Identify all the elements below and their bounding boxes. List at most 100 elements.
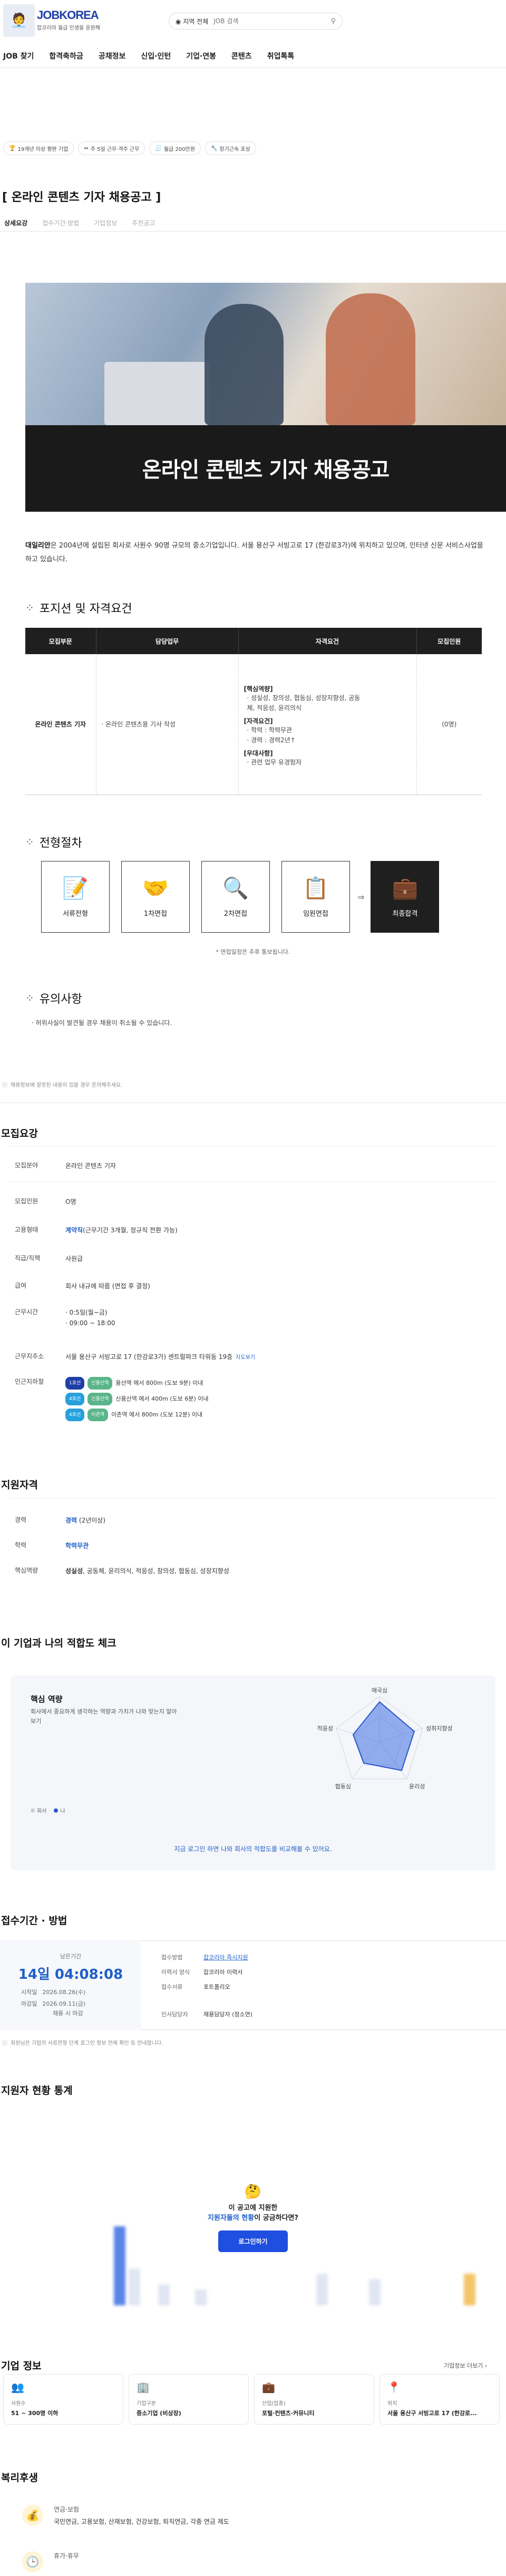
welfare-item: 💰 연금·보험 국민연금, 고용보험, 산재보험, 건강보험, 퇴직연금, 각종 … xyxy=(22,2505,229,2526)
step-document: 📝 서류전형 xyxy=(41,861,110,933)
info-icon: ⓘ xyxy=(2,2041,7,2046)
corp-heading: 기업 정보 xyxy=(1,2360,42,2372)
corp-more-link[interactable]: 기업정보 더보기 › xyxy=(444,2361,487,2370)
location-select[interactable]: ◉ 지역 전체 xyxy=(176,17,208,26)
position-heading: ⁘ 포지션 및 자격요건 xyxy=(25,601,132,616)
apply-method: 접수방법 잡코리아 즉시지원 xyxy=(161,1953,248,1961)
process-steps: 📝 서류전형 🤝 1차면접 🔍 2차면접 📋 임원면접 ⇒ 💼 최종합격 xyxy=(41,861,451,933)
company-intro: 대일리안은 2004년에 설립된 회사로 사원수 90명 규모의 중소기업입니다… xyxy=(25,542,483,563)
nav-talk[interactable]: 취업톡톡 xyxy=(267,51,295,65)
logo[interactable]: JOBKOREA xyxy=(37,8,99,22)
document-icon: 📝 xyxy=(62,876,89,901)
subway-line-badge: 1호선 xyxy=(65,1377,85,1390)
benefit-chips: 🏆 19개년 이상 평판 기업 ⇔ 주 5일 근무·격주 근무 🧾 월급 200만원 … xyxy=(3,141,256,155)
step-interview-1: 🤝 1차면접 xyxy=(121,861,190,933)
radar-company-shape xyxy=(352,1701,415,1771)
radar-label: 성취지향성 xyxy=(426,1725,453,1732)
fit-box-desc: 회사에서 중요하게 생각하는 역량과 가치가 나와 맞는지 알아보기 xyxy=(31,1708,177,1725)
company-name: 대일리안 xyxy=(25,542,51,550)
people-icon: 👥 xyxy=(11,2381,24,2393)
location-icon: 📍 xyxy=(387,2381,401,2393)
caution-text: · 허위사실이 발견될 경우 채용이 취소될 수 있습니다. xyxy=(32,1019,172,1027)
map-link[interactable]: 지도보기 xyxy=(236,1355,255,1361)
qual-row: 경력 경력 (2년이상) xyxy=(15,1516,106,1524)
post-tabs: 상세요강 접수기간·방법 기업정보 추천공고 xyxy=(4,218,155,232)
apply-link[interactable]: 잡코리아 즉시지원 xyxy=(203,1953,248,1961)
req-heading: [자격요건] xyxy=(244,717,273,725)
legend-company: 회사 xyxy=(31,1806,46,1814)
radar-label: 적응성 xyxy=(317,1725,333,1732)
duty-cell: · 온라인 콘텐츠용 기사 작성 xyxy=(96,654,239,795)
nav-contents[interactable]: 콘텐츠 xyxy=(231,51,252,65)
search-bar[interactable]: ◉ 지역 전체 ⚲ xyxy=(169,13,343,30)
logo-avatar[interactable]: 🧑‍💼 xyxy=(3,4,35,37)
search-icon[interactable]: ⚲ xyxy=(330,17,336,25)
handshake-icon: 🤝 xyxy=(142,876,169,901)
corp-card: 👥 사원수 51 ~ 300명 이하 xyxy=(3,2374,123,2425)
req-heading: [핵심역량] xyxy=(244,685,273,693)
tab-details[interactable]: 상세요강 xyxy=(4,218,27,232)
clock-icon: 🕒 xyxy=(22,2551,43,2572)
subway-item: 1호선 신용산역 용산역 에서 800m (도보 9분) 이내 xyxy=(65,1377,505,1390)
arrow-icon: ⇒ xyxy=(357,892,365,902)
tab-recommended[interactable]: 추천공고 xyxy=(132,218,155,232)
fit-heading: 이 기업과 나의 적합도 체크 xyxy=(1,1637,116,1649)
req-line: · 경력 : 경력2년↑ xyxy=(247,736,296,744)
req-line: · 학력 : 학력무관 xyxy=(247,726,293,734)
subway-item: 4호선 이촌역 이촌역 에서 800m (도보 12분) 이내 xyxy=(65,1409,505,1421)
sparkle-icon: ⁘ xyxy=(25,992,34,1004)
remain-label: 남은기간 xyxy=(60,1953,82,1960)
hr-manager: 인사담당자 채용담당자 (정소연) xyxy=(161,2011,253,2018)
sparkle-icon: ⁘ xyxy=(25,601,34,614)
radar-label: 협동심 xyxy=(335,1783,351,1790)
report-notice: ⓘ 채용정보에 잘못된 내용이 있을 경우 문의해주세요. xyxy=(2,1080,122,1088)
corp-cards: 👥 사원수 51 ~ 300명 이하 🏢 기업구분 중소기업 (비상장) 💼 산업(업종)… xyxy=(3,2374,500,2425)
benefit-chip[interactable]: 🏆 19개년 이상 평판 기업 xyxy=(3,141,74,155)
subway-row: 인근지하철 1호선 신용산역 용산역 에서 800m (도보 9분) 이내 4호선 신… xyxy=(15,1377,505,1424)
col-header: 담당업무 xyxy=(96,628,239,654)
briefcase-icon: 💼 xyxy=(392,876,419,901)
hero-person-shape xyxy=(326,293,415,425)
recruit-row: 직급/직책 사원급 xyxy=(15,1255,83,1262)
login-button[interactable]: 로그인하기 xyxy=(218,2230,288,2252)
end-date: 마감일 2026.09.11(금) xyxy=(21,2000,86,2007)
info-icon: ⓘ xyxy=(2,1083,7,1088)
benefit-chip[interactable]: 🔧 장기근속 포상 xyxy=(205,141,256,155)
money-icon: 💰 xyxy=(22,2505,43,2526)
resume-form: 이력서 양식 잡코리아 이력서 xyxy=(161,1969,243,1976)
close-note: 채용 시 마감 xyxy=(53,2010,83,2017)
stats-heading: 지원자 현황 통계 xyxy=(1,2085,73,2096)
fit-login-link[interactable]: 지금 로그인 하면 나와 회사의 적합도를 비교해볼 수 있어요. xyxy=(0,1844,506,1853)
role-cell: 온라인 콘텐츠 기자 xyxy=(25,654,96,795)
recruit-row: 모집분야 온라인 콘텐츠 기자 xyxy=(15,1162,116,1170)
logo-tagline: 잡코리아 월급 인생을 응원해 xyxy=(37,25,100,31)
nav-intern[interactable]: 신입·인턴 xyxy=(141,51,171,65)
position-table: 모집부문 담당업무 자격요건 모집인원 온라인 콘텐츠 기자 · 온라인 콘텐츠… xyxy=(25,628,482,795)
benefit-chip[interactable]: ⇔ 주 5일 근무·격주 근무 xyxy=(78,141,145,155)
nav-job-search[interactable]: JOB 찾기 xyxy=(3,51,34,65)
tab-company-info[interactable]: 기업정보 xyxy=(94,218,117,232)
recruit-row: 모집인원 O명 xyxy=(15,1198,76,1205)
req-line: 체, 적응성, 윤리의식 xyxy=(247,704,302,712)
caution-heading: ⁘ 유의사항 xyxy=(25,992,82,1006)
checklist-icon: 📋 xyxy=(303,876,329,901)
qual-row: 핵심역량 성실성, 공동체, 윤리의식, 적응성, 창의성, 협동심, 성장지향성 xyxy=(15,1567,229,1575)
briefcase-icon: 💼 xyxy=(262,2381,275,2393)
recruit-heading: 모집요강 xyxy=(1,1128,38,1139)
tab-apply-period[interactable]: 접수기간·방법 xyxy=(42,218,79,232)
step-final: 💼 최종합격 xyxy=(371,861,440,933)
benefit-chip[interactable]: 🧾 월급 200만원 xyxy=(149,141,201,155)
station-badge: 이촌역 xyxy=(87,1409,109,1421)
step-executive: 📋 임원면접 xyxy=(281,861,350,933)
tabs-divider xyxy=(0,231,506,232)
search-input[interactable] xyxy=(213,17,326,25)
welfare-item: 🕒 휴가·휴무 xyxy=(22,2551,79,2572)
blurred-bar xyxy=(464,2274,475,2305)
corp-card: 🏢 기업구분 중소기업 (비상장) xyxy=(129,2374,249,2425)
subway-item: 4호선 신용산역 신용산역 에서 400m (도보 6분) 이내 xyxy=(65,1393,505,1405)
nav-open-recruit[interactable]: 공채정보 xyxy=(99,51,126,65)
count-cell: (0명) xyxy=(416,654,482,795)
nav-bonus[interactable]: 합격축하금 xyxy=(49,51,83,65)
table-row: 온라인 콘텐츠 기자 · 온라인 콘텐츠용 기사 작성 [핵심역량] · 성실성… xyxy=(25,654,482,795)
nav-company-salary[interactable]: 기업·연봉 xyxy=(186,51,216,65)
